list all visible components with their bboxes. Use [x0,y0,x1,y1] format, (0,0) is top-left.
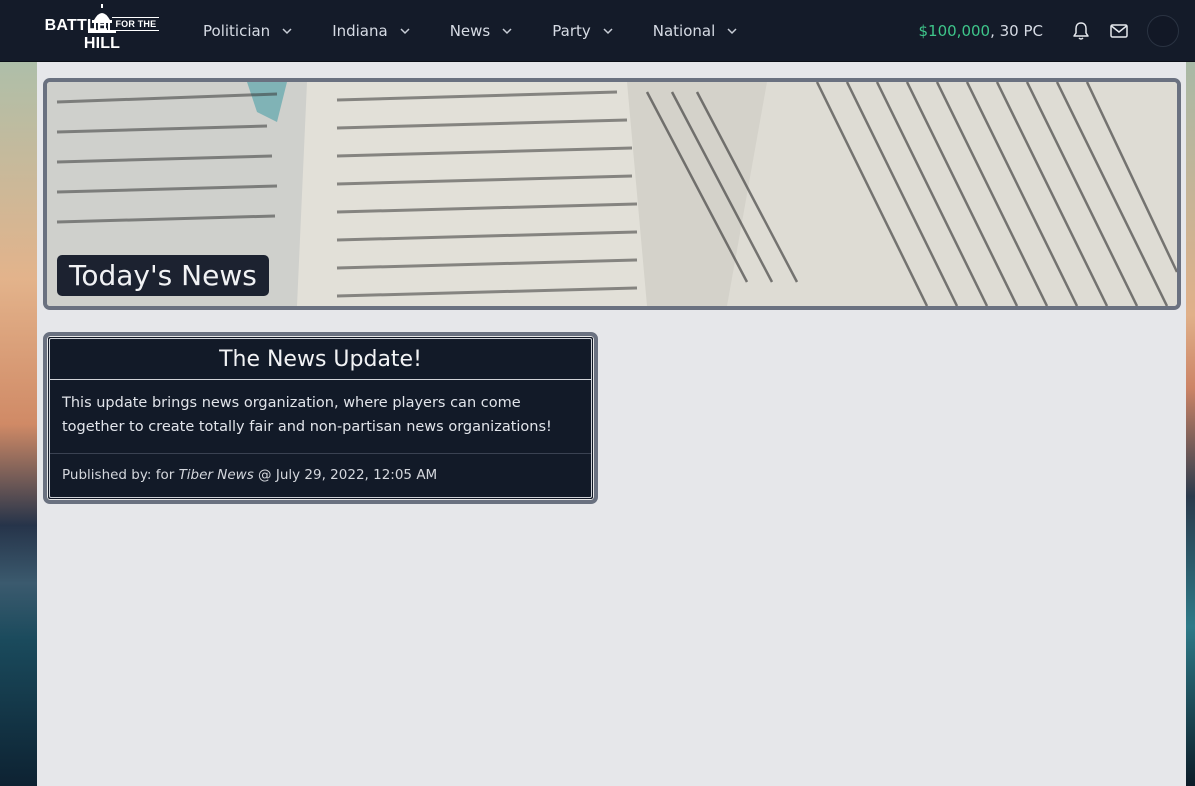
page-title: Today's News [57,255,269,296]
news-hero-banner: Today's News [43,78,1181,310]
nav-label: Party [552,22,591,40]
mail-icon[interactable] [1109,21,1129,41]
main-content: Today's News The News Update! This updat… [37,62,1186,786]
nav-party[interactable]: Party [552,22,613,40]
political-capital: , 30 PC [990,22,1043,40]
nav-politician[interactable]: Politician [203,22,292,40]
nav-label: Politician [203,22,271,40]
chevron-down-icon [502,28,512,35]
byline-prefix: Published by: for [62,467,179,483]
publisher-link[interactable]: Tiber News [179,467,254,483]
nav-label: Indiana [332,22,388,40]
site-logo[interactable]: BATTLE FOR THE HILL [42,4,162,56]
background-scenery-left [0,62,37,786]
news-article-card[interactable]: The News Update! This update brings news… [43,332,598,504]
nav-national[interactable]: National [653,22,738,40]
nav-label: News [449,22,491,40]
chevron-down-icon [727,28,737,35]
chevron-down-icon [282,28,292,35]
article-title[interactable]: The News Update! [50,339,591,380]
logo-text: BATTLE FOR THE HILL [42,17,162,53]
background-scenery-right [1186,62,1195,786]
card-inner: The News Update! This update brings news… [49,338,592,498]
main-nav: Politician Indiana News Party National [203,0,777,62]
chevron-down-icon [400,28,410,35]
article-body: This update brings news organization, wh… [50,380,591,454]
avatar[interactable] [1147,15,1179,47]
byline-date: @ July 29, 2022, 12:05 AM [253,467,438,483]
chevron-down-icon [603,28,613,35]
bell-icon[interactable] [1071,21,1091,41]
nav-label: National [652,22,716,40]
nav-indiana[interactable]: Indiana [332,22,410,40]
nav-right: $100,000 , 30 PC [918,0,1179,62]
nav-news[interactable]: News [450,22,513,40]
top-navbar: BATTLE FOR THE HILL Politician Indiana N… [0,0,1195,62]
article-byline: Published by: for Tiber News @ July 29, … [50,454,591,496]
money-balance: $100,000 [918,22,991,40]
